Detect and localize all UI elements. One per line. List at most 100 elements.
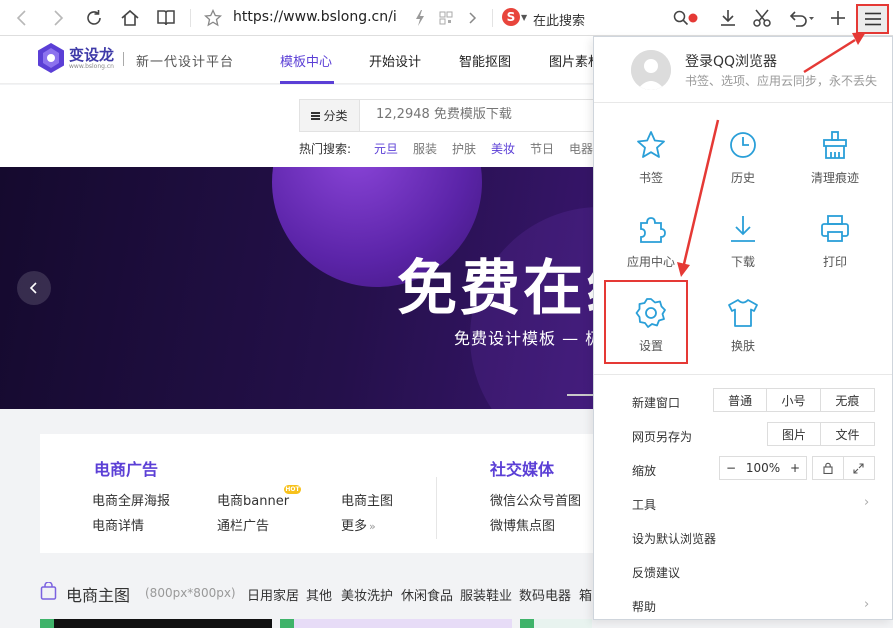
search-engine-icon[interactable]: S	[502, 8, 520, 26]
fullscreen-button[interactable]	[844, 457, 874, 479]
banner-prev-button[interactable]	[17, 271, 51, 305]
category-link[interactable]: 电商banner	[217, 490, 289, 509]
template-thumbnail[interactable]	[520, 619, 592, 628]
section-tab[interactable]: 箱	[579, 585, 592, 604]
menu-item-bookmarks[interactable]: 书签	[604, 121, 698, 203]
template-thumbnail[interactable]	[40, 619, 272, 628]
login-title[interactable]: 登录QQ浏览器	[685, 51, 777, 71]
extension-button[interactable]	[686, 0, 700, 36]
section-tab[interactable]: 其他	[306, 585, 332, 604]
menu-item-label: 书签	[638, 171, 663, 185]
address-bar[interactable]: https://www.bslong.cn/ind	[233, 9, 398, 25]
reading-mode-button[interactable]	[152, 0, 180, 36]
section-title: 电商主图	[66, 586, 131, 605]
browser-window: https://www.bslong.cn/ind S ▼ 在此搜索 变设龙 w…	[0, 0, 893, 628]
hot-badge: HOT	[284, 485, 301, 494]
section-tab[interactable]: 休闲食品	[401, 585, 453, 604]
undo-icon	[789, 11, 814, 27]
category-link[interactable]: 电商主图	[341, 490, 393, 509]
nav-active-indicator	[280, 81, 334, 84]
home-icon	[121, 9, 139, 26]
downloads-button[interactable]	[714, 0, 742, 36]
nav-smart-cutout[interactable]: 智能抠图	[459, 51, 511, 70]
new-window-options: 普通 小号 无痕	[713, 388, 875, 412]
menu-item-label: 清理痕迹	[810, 171, 859, 185]
toolbar-divider	[190, 9, 191, 27]
menu-item-app-center[interactable]: 应用中心	[604, 205, 698, 287]
refresh-button[interactable]	[80, 0, 108, 36]
double-chevron-icon: »	[369, 520, 376, 533]
new-window-normal-button[interactable]: 普通	[714, 389, 768, 411]
category-link[interactable]: 电商全屏海报	[92, 490, 170, 509]
caret-down-icon[interactable]: ▼	[521, 13, 527, 22]
book-icon	[157, 10, 175, 26]
browser-search-box[interactable]: 在此搜索	[533, 10, 585, 29]
save-as-options: 图片 文件	[767, 422, 875, 446]
logo-icon[interactable]	[36, 42, 66, 78]
new-window-small-button[interactable]: 小号	[767, 389, 821, 411]
zoom-in-button[interactable]: +	[784, 457, 806, 479]
menu-divider	[594, 374, 892, 375]
qr-code-button[interactable]	[436, 0, 456, 36]
menu-item-downloads[interactable]: 下载	[696, 205, 790, 287]
toolbar-divider	[492, 9, 493, 27]
avatar[interactable]	[631, 50, 671, 90]
save-as-image-button[interactable]: 图片	[768, 423, 822, 445]
hot-tag[interactable]: 护肤	[452, 140, 476, 157]
category-link[interactable]: 通栏广告	[217, 515, 269, 534]
chevron-right-icon	[469, 12, 477, 24]
back-button[interactable]	[8, 0, 36, 36]
menu-item-clear-traces[interactable]: 清理痕迹	[788, 121, 882, 203]
new-tab-button[interactable]	[826, 0, 850, 36]
browser-toolbar: https://www.bslong.cn/ind S ▼ 在此搜索	[0, 0, 893, 36]
hot-tag[interactable]: 元旦	[374, 140, 398, 157]
menu-item-history[interactable]: 历史	[696, 121, 790, 203]
section-tab[interactable]: 服装鞋业	[460, 585, 512, 604]
hot-tag[interactable]: 电器	[569, 140, 593, 157]
forward-button[interactable]	[44, 0, 72, 36]
section-tab[interactable]: 美妆洗护	[341, 585, 393, 604]
list-icon	[311, 111, 321, 120]
category-button[interactable]: 分类	[300, 100, 360, 131]
expand-icon	[853, 462, 864, 474]
menu-item-tools[interactable]: 工具	[632, 496, 656, 513]
category-heading[interactable]: 社交媒体	[490, 456, 554, 480]
template-thumbnail[interactable]	[280, 619, 512, 628]
nav-start-design[interactable]: 开始设计	[369, 51, 421, 70]
more-arrow-button[interactable]	[462, 0, 482, 36]
hot-tag[interactable]: 节日	[530, 140, 554, 157]
nav-templates[interactable]: 模板中心	[280, 51, 332, 70]
zoom-extras	[812, 456, 875, 480]
menu-item-print[interactable]: 打印	[788, 205, 882, 287]
menu-item-set-default-browser[interactable]: 设为默认浏览器	[632, 530, 716, 547]
template-search-input[interactable]	[376, 107, 596, 122]
flash-button[interactable]	[410, 0, 430, 36]
star-icon	[637, 131, 665, 158]
menu-item-skins[interactable]: 换肤	[696, 289, 790, 371]
menu-item-feedback[interactable]: 反馈建议	[632, 564, 680, 581]
section-tab[interactable]: 数码电器	[519, 585, 571, 604]
category-link[interactable]: 电商详情	[92, 515, 144, 534]
main-menu-button[interactable]	[856, 4, 889, 34]
menu-item-help[interactable]: 帮助	[632, 598, 656, 615]
logo-text[interactable]: 变设龙	[69, 44, 114, 65]
undo-close-tab-button[interactable]	[784, 0, 818, 36]
category-link[interactable]: 微博焦点图	[490, 515, 555, 534]
category-more-link[interactable]: 更多»	[341, 515, 376, 534]
new-window-incognito-button[interactable]: 无痕	[821, 389, 874, 411]
banner-pagination-dot[interactable]	[567, 394, 595, 396]
zoom-lock-button[interactable]	[813, 457, 844, 479]
bookmark-star-button[interactable]	[200, 0, 226, 36]
broom-icon	[823, 131, 847, 159]
category-heading[interactable]: 电商广告	[94, 456, 158, 480]
hot-tag[interactable]: 服装	[413, 140, 437, 157]
screenshot-button[interactable]	[748, 0, 776, 36]
zoom-value: 100%	[745, 461, 781, 475]
home-button[interactable]	[116, 0, 144, 36]
zoom-out-button[interactable]: −	[720, 457, 742, 479]
category-card: 电商广告 电商全屏海报 电商banner HOT 电商主图 电商详情 通栏广告 …	[40, 434, 600, 553]
hot-tag[interactable]: 美妆	[491, 140, 515, 157]
section-tab[interactable]: 日用家居	[247, 585, 299, 604]
save-as-file-button[interactable]: 文件	[821, 423, 874, 445]
category-link[interactable]: 微信公众号首图	[490, 490, 581, 509]
